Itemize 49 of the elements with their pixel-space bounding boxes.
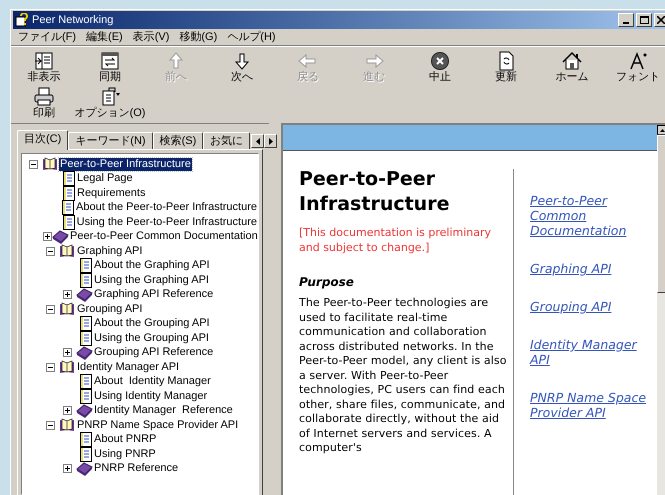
tab[interactable]: 検索(S) bbox=[152, 132, 204, 149]
tree-item[interactable]: Requirements bbox=[76, 186, 146, 200]
tree-item[interactable]: About the Grouping API bbox=[93, 317, 211, 330]
tree-item[interactable]: Identity Manager API bbox=[76, 360, 180, 374]
window-title: Peer Networking bbox=[32, 14, 114, 26]
toolbar-button[interactable]: ホーム bbox=[539, 49, 605, 85]
tab[interactable]: キーワード(N) bbox=[68, 132, 153, 149]
tree-item[interactable]: PNRP Name Space Provider API bbox=[76, 418, 240, 432]
toolbar-button[interactable]: オプション(O) bbox=[77, 85, 143, 121]
menu-item[interactable]: 編集(E) bbox=[81, 30, 128, 44]
body-paragraph: The Peer-to-Peer technologies are used to facilitate real-time communication and collaboration across distributed networks. In the Peer-to-Peer model, any client is also a server. With Peer-to-Peer technologies, PC users can find each other, share files, communicate, and collaborate directly, without the aid of Internet servers and services. A computer's bbox=[299, 296, 508, 456]
topic-link[interactable]: Graphing API bbox=[530, 261, 650, 276]
tree-item[interactable]: Graphing API Reference bbox=[93, 288, 214, 302]
tree-item[interactable]: Identity Manager Reference bbox=[93, 404, 234, 418]
tab[interactable]: 目次(C) bbox=[17, 130, 68, 150]
page-heading: Peer-to-Peer Infrastructure bbox=[299, 167, 450, 217]
tree-item[interactable]: Grouping API bbox=[76, 302, 144, 316]
tree-item[interactable]: Using the Grouping API bbox=[93, 332, 210, 345]
tree-item[interactable]: Using the Peer-to-Peer Infrastructure bbox=[76, 216, 258, 229]
toolbar-button[interactable]: 更新 bbox=[473, 49, 539, 85]
menu-item[interactable]: ファイル(F) bbox=[13, 30, 82, 44]
tree-item[interactable]: Using Identity Manager bbox=[93, 390, 208, 403]
toolbar-button[interactable]: 非表示 bbox=[11, 49, 77, 85]
section-title: Purpose bbox=[299, 274, 355, 291]
tree-item[interactable]: Using the Graphing API bbox=[93, 274, 210, 287]
tree-item[interactable]: Grouping API Reference bbox=[93, 346, 214, 360]
toolbar-button[interactable]: フォント bbox=[605, 49, 665, 85]
tree-item[interactable]: About the Graphing API bbox=[93, 259, 211, 272]
topic-link[interactable]: PNRP Name Space Provider API bbox=[530, 390, 650, 420]
menu-item[interactable]: 移動(G) bbox=[174, 30, 222, 44]
menu-item[interactable]: 表示(V) bbox=[128, 30, 174, 44]
topic-link[interactable]: Identity Manager API bbox=[530, 337, 650, 367]
tree-item[interactable]: About the Peer-to-Peer Infrastructure bbox=[75, 201, 258, 214]
tree-item[interactable]: PNRP Reference bbox=[93, 462, 180, 476]
toolbar-button[interactable]: 同期 bbox=[77, 49, 143, 85]
tree-item[interactable]: Using PNRP bbox=[93, 448, 157, 461]
tree-item[interactable]: Peer-to-Peer Infrastructure bbox=[59, 158, 192, 171]
tree-item[interactable]: About Identity Manager bbox=[93, 375, 212, 388]
notice-text: [This documentation is preliminary and subject to change.] bbox=[299, 225, 492, 255]
toolbar-button[interactable]: 次へ bbox=[209, 49, 275, 85]
tree-item[interactable]: Peer-to-Peer Common Documentation bbox=[69, 230, 258, 244]
toolbar-button[interactable]: 中止 bbox=[407, 49, 473, 85]
menu-item[interactable]: ヘルプ(H) bbox=[222, 30, 281, 44]
tab[interactable]: お気に bbox=[203, 132, 250, 149]
tree-item[interactable]: Legal Page bbox=[76, 172, 134, 186]
topic-link[interactable]: Peer-to-Peer Common Documentation bbox=[530, 193, 650, 238]
topic-link[interactable]: Grouping API bbox=[530, 299, 650, 314]
tree-item[interactable]: Graphing API bbox=[76, 244, 144, 258]
tree-item[interactable]: About PNRP bbox=[93, 433, 158, 446]
